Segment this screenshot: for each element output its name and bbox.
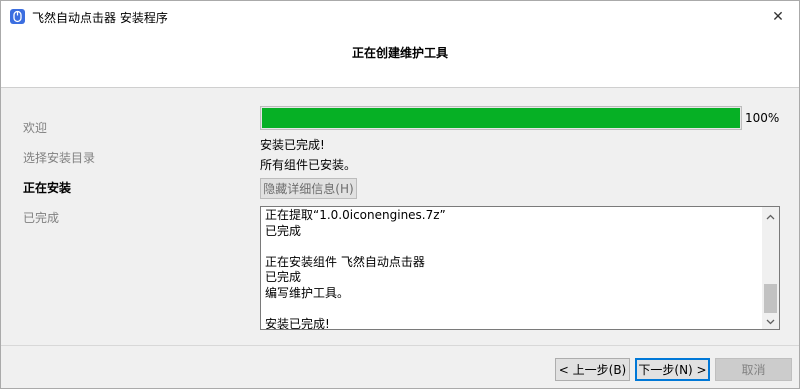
log-line: 正在提取“1.0.0iconengines.7z” bbox=[265, 208, 446, 222]
close-button[interactable]: ✕ bbox=[761, 1, 795, 32]
progress-percent: 100% bbox=[745, 111, 780, 125]
sidebar-item-installing: 正在安装 bbox=[23, 181, 72, 195]
title-bar: 飞然自动点击器 安装程序 ✕ bbox=[1, 1, 799, 32]
log-line: 正在安装组件 飞然自动点击器 bbox=[265, 254, 425, 269]
cancel-button[interactable]: 取消 bbox=[715, 358, 792, 381]
log-line: 编写维护工具。 bbox=[265, 285, 350, 300]
window-title: 飞然自动点击器 安装程序 bbox=[32, 11, 168, 25]
page-header: 正在创建维护工具 bbox=[1, 32, 799, 88]
sidebar-item-select-dir: 选择安装目录 bbox=[23, 151, 96, 165]
chevron-down-icon bbox=[766, 314, 775, 328]
footer-divider bbox=[1, 345, 799, 346]
log-lines: 正在提取“1.0.0iconengines.7z” 已完成 正在安装组件 飞然自… bbox=[265, 208, 759, 330]
installer-window: 飞然自动点击器 安装程序 ✕ 正在创建维护工具 欢迎 选择安装目录 正在安装 已… bbox=[0, 0, 800, 389]
progress-bar bbox=[260, 106, 742, 130]
next-button[interactable]: 下一步(N) > bbox=[635, 358, 710, 381]
status-components: 所有组件已安装。 bbox=[260, 158, 357, 172]
log-scrollbar[interactable] bbox=[762, 207, 779, 329]
scroll-down-button[interactable] bbox=[762, 312, 779, 329]
log-line: 已完成 bbox=[265, 223, 302, 238]
back-button[interactable]: < 上一步(B) bbox=[555, 358, 630, 381]
chevron-up-icon bbox=[766, 209, 775, 223]
close-icon: ✕ bbox=[772, 8, 784, 25]
scroll-up-button[interactable] bbox=[762, 207, 779, 224]
status-complete: 安装已完成! bbox=[260, 138, 325, 152]
sidebar-item-finished: 已完成 bbox=[23, 211, 60, 225]
scroll-thumb[interactable] bbox=[764, 284, 777, 313]
sidebar-item-welcome: 欢迎 bbox=[23, 121, 48, 135]
hide-details-button[interactable]: 隐藏详细信息(H) bbox=[260, 178, 357, 199]
log-line: 安装已完成! bbox=[265, 316, 330, 330]
mouse-icon bbox=[9, 8, 26, 25]
page-title: 正在创建维护工具 bbox=[351, 46, 448, 60]
log-line: 已完成 bbox=[265, 270, 302, 284]
install-log[interactable]: 正在提取“1.0.0iconengines.7z” 已完成 正在安装组件 飞然自… bbox=[260, 206, 780, 330]
progress-fill bbox=[262, 108, 740, 128]
